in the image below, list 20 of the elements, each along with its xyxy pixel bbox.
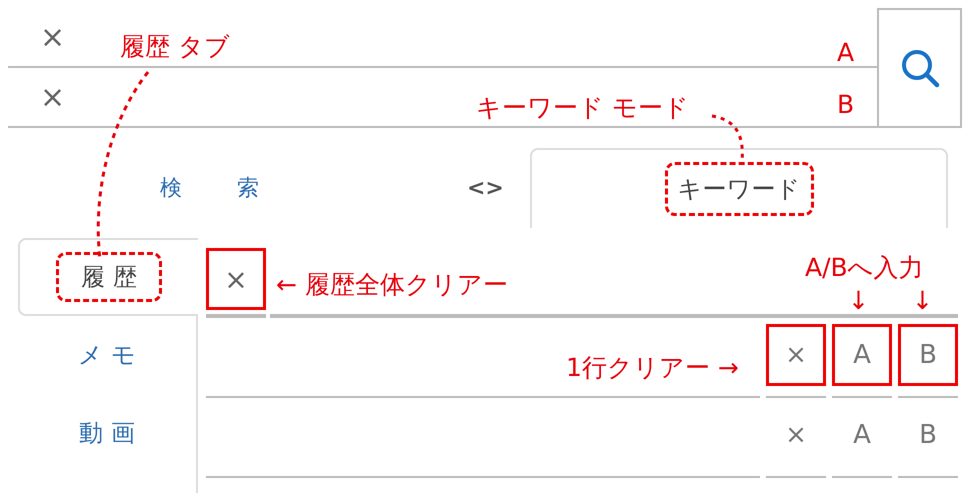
input-a-button[interactable]: A <box>832 324 892 386</box>
annotation-label: B <box>837 90 854 120</box>
annotation-label: ← 履歴全体クリアー <box>276 270 508 300</box>
side-tab[interactable]: 履 歴 <box>18 238 198 316</box>
clear-row-button[interactable]: × <box>766 324 826 386</box>
annotation-label: A/Bへ入力 <box>805 253 924 283</box>
mode-toggle[interactable]: <> <box>462 148 530 228</box>
search-mode-tab[interactable]: 検 索 <box>160 173 259 203</box>
annotation-arrow: ↓ <box>848 286 869 316</box>
input-b-button[interactable]: B <box>898 324 958 386</box>
annotation-label: 履歴 タブ <box>120 32 230 62</box>
clear-button[interactable]: × <box>36 20 70 54</box>
annotation-label: キーワード モード <box>476 93 689 123</box>
annotation-arrow: ↓ <box>912 286 933 316</box>
annotation-label: 1行クリアー → <box>566 353 739 383</box>
clear-all-button[interactable]: × <box>206 248 266 310</box>
clear-button[interactable]: × <box>36 80 70 114</box>
search-button[interactable] <box>877 8 962 128</box>
annotation-label: A <box>837 38 854 68</box>
keyword-tab[interactable]: キーワード <box>530 148 948 228</box>
